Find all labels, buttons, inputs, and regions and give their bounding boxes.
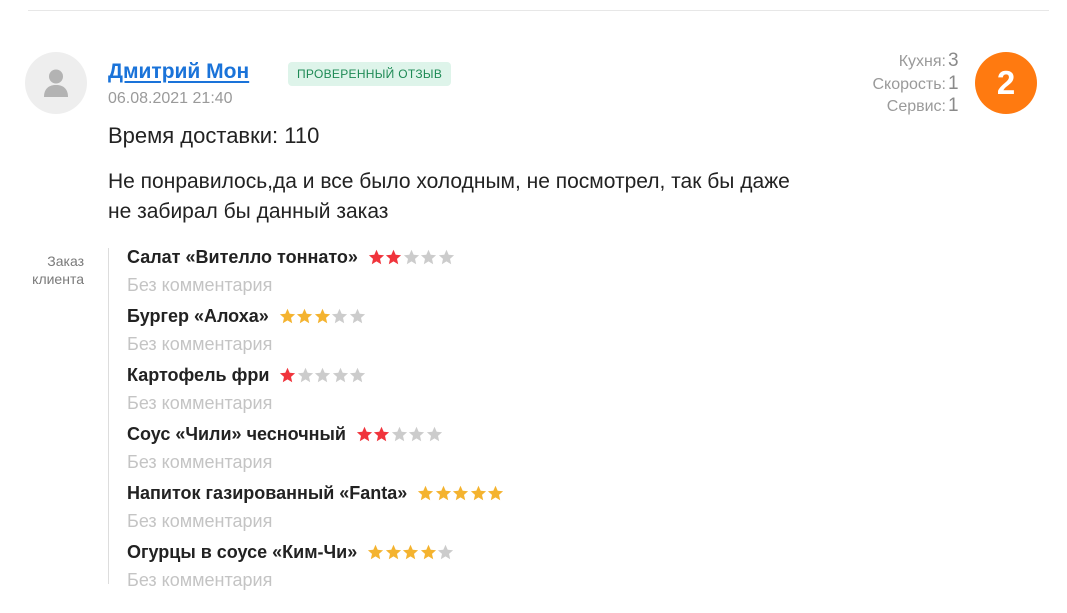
star-empty-icon (349, 367, 366, 384)
star-filled-icon (279, 367, 296, 384)
star-rating (279, 367, 367, 384)
order-item: Бургер «Алоха» Без комментария (127, 302, 827, 361)
order-item-comment: Без комментария (127, 570, 273, 590)
review-card: Дмитрий Мон ПРОВЕРЕННЫЙ ОТЗЫВ 06.08.2021… (0, 0, 1067, 613)
order-divider (108, 248, 109, 584)
star-filled-icon (385, 544, 402, 561)
star-rating (356, 426, 444, 443)
star-empty-icon (332, 367, 349, 384)
star-rating (279, 308, 367, 325)
avatar (25, 52, 87, 114)
star-empty-icon (438, 249, 455, 266)
star-filled-icon (279, 308, 296, 325)
star-filled-icon (452, 485, 469, 502)
score-value: 1 (948, 95, 959, 116)
order-items-list: Салат «Вителло тоннато» Без комментария … (127, 243, 827, 597)
star-rating (367, 544, 455, 561)
score-row-speed: Скорость: 1 (822, 73, 962, 96)
star-filled-icon (373, 426, 390, 443)
score-value: 1 (948, 72, 959, 94)
order-item-comment: Без комментария (127, 393, 273, 413)
star-filled-icon (385, 249, 402, 266)
star-filled-icon (356, 426, 373, 443)
star-empty-icon (331, 308, 348, 325)
order-item-name: Картофель фри (127, 364, 270, 385)
star-empty-icon (314, 367, 331, 384)
order-item-comment: Без комментария (127, 452, 273, 472)
author-name-link[interactable]: Дмитрий Мон (108, 60, 249, 84)
star-empty-icon (297, 367, 314, 384)
star-filled-icon (314, 308, 331, 325)
order-item-comment: Без комментария (127, 334, 273, 354)
star-filled-icon (420, 544, 437, 561)
order-item: Огурцы в соусе «Ким-Чи» Без комментария (127, 538, 827, 597)
star-empty-icon (437, 544, 454, 561)
top-divider (28, 10, 1049, 11)
score-value: 3 (948, 50, 959, 71)
star-empty-icon (391, 426, 408, 443)
star-empty-icon (403, 249, 420, 266)
order-item: Напиток газированный «Fanta» Без коммент… (127, 479, 827, 538)
star-rating (368, 249, 456, 266)
star-empty-icon (408, 426, 425, 443)
review-date: 06.08.2021 21:40 (108, 90, 233, 107)
score-label: Скорость: (872, 75, 946, 93)
star-filled-icon (402, 544, 419, 561)
star-filled-icon (367, 544, 384, 561)
score-row-kitchen: Кухня: 3 (822, 50, 962, 73)
user-silhouette-icon (44, 69, 68, 97)
order-item-name: Салат «Вителло тоннато» (127, 246, 358, 267)
order-item-name: Соус «Чили» чесночный (127, 423, 346, 444)
star-filled-icon (417, 485, 434, 502)
score-label: Кухня: (898, 53, 946, 70)
delivery-time: Время доставки: 110 (108, 123, 320, 148)
score-row-service: Сервис: 1 (822, 95, 962, 118)
star-empty-icon (426, 426, 443, 443)
order-item-name: Огурцы в соусе «Ким-Чи» (127, 541, 358, 562)
star-empty-icon (420, 249, 437, 266)
order-item: Соус «Чили» чесночный Без комментария (127, 420, 827, 479)
star-filled-icon (368, 249, 385, 266)
order-item-name: Бургер «Алоха» (127, 305, 269, 326)
order-label: Заказ клиента (32, 253, 84, 287)
review-text: Не понравилось,да и все было холодным, н… (108, 170, 790, 223)
order-item-comment: Без комментария (127, 275, 273, 295)
overall-score-badge: 2 (975, 52, 1037, 114)
star-filled-icon (487, 485, 504, 502)
order-item: Картофель фри Без комментария (127, 361, 827, 420)
order-item-comment: Без комментария (127, 511, 273, 531)
star-empty-icon (349, 308, 366, 325)
verified-review-badge: ПРОВЕРЕННЫЙ ОТЗЫВ (288, 62, 452, 86)
order-item: Салат «Вителло тоннато» Без комментария (127, 243, 827, 302)
order-item-name: Напиток газированный «Fanta» (127, 482, 408, 503)
score-breakdown: Кухня: 3 Скорость: 1 Сервис: 1 (822, 50, 962, 118)
score-label: Сервис: (886, 98, 946, 115)
star-filled-icon (296, 308, 313, 325)
star-filled-icon (470, 485, 487, 502)
star-filled-icon (435, 485, 452, 502)
star-rating (417, 485, 505, 502)
